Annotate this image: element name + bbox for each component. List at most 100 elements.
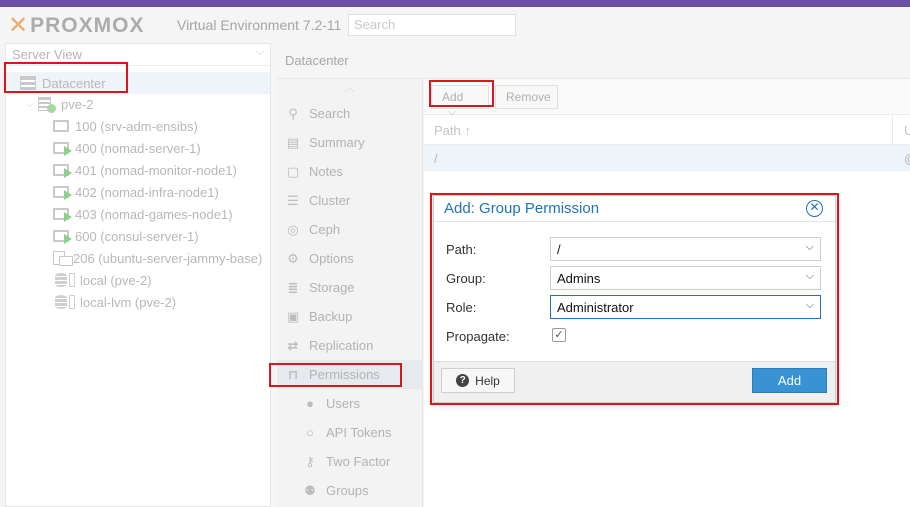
role-combobox[interactable]: Administrator ⌵ <box>550 295 821 319</box>
resource-tree-panel: Server View ⌵ Datacenter ⌵ pve-2 100 (sr… <box>5 43 271 507</box>
proxmox-logo: ✕ PROXMOX <box>8 12 144 39</box>
tree-item-vm-100[interactable]: 100 (srv-adm-ensibs) <box>6 115 270 137</box>
tree-item-storage-local[interactable]: local (pve-2) <box>6 269 270 291</box>
column-header-user[interactable]: U <box>892 115 910 145</box>
users-icon: ⚉ <box>304 482 316 498</box>
dialog-footer: ? Help Add <box>434 361 835 402</box>
user-icon: ● <box>306 396 314 411</box>
tree-item-label: 100 (srv-adm-ensibs) <box>75 118 198 134</box>
nav-item-options[interactable]: ⚙ Options <box>277 244 423 273</box>
nav-item-cluster[interactable]: ☰ Cluster <box>277 186 423 215</box>
storage-icon <box>55 273 67 287</box>
summary-icon: ▤ <box>286 134 300 150</box>
nav-label: Notes <box>309 164 343 179</box>
search-icon: ⚲ <box>288 105 298 121</box>
floppy-icon: ▣ <box>286 308 300 324</box>
nav-item-api-tokens[interactable]: ○ API Tokens <box>277 418 423 447</box>
role-value: Administrator <box>557 300 634 315</box>
vm-running-icon <box>53 186 72 200</box>
tree-item-template-206[interactable]: 206 (ubuntu-server-jammy-base) <box>6 247 270 269</box>
propagate-checkbox[interactable]: ✓ <box>552 328 566 342</box>
column-header-label: Path <box>434 123 461 138</box>
add-button[interactable]: Add <box>752 368 827 393</box>
storage-icon <box>55 295 67 309</box>
version-label: Virtual Environment 7.2-11 <box>177 17 342 33</box>
group-combobox[interactable]: Admins ⌵ <box>550 266 821 290</box>
chevron-down-icon: ⌵ <box>255 46 264 58</box>
propagate-field-row: Propagate: ✓ <box>446 324 822 348</box>
nav-label: Permissions <box>309 367 380 382</box>
nav-item-permissions[interactable]: ⊓ Permissions <box>277 360 423 389</box>
path-label: Path: <box>446 242 477 257</box>
tree-item-storage-local-lvm[interactable]: local-lvm (pve-2) <box>6 291 270 313</box>
remove-button[interactable]: Remove <box>495 85 558 109</box>
nav-item-backup[interactable]: ▣ Backup <box>277 302 423 331</box>
nav-item-users[interactable]: ● Users <box>277 389 423 418</box>
view-selector-value: Server View <box>12 47 82 62</box>
nav-item-summary[interactable]: ▤ Summary <box>277 128 423 157</box>
retweet-icon: ⇄ <box>287 337 299 353</box>
path-field-row: Path: / ⌵ <box>446 237 822 261</box>
question-icon: ? <box>456 374 470 387</box>
cluster-icon: ☰ <box>287 192 299 208</box>
group-value: Admins <box>557 271 601 286</box>
chevron-down-icon[interactable]: ⌵ <box>806 270 814 283</box>
datacenter-nav-menu: ︿ ⚲ Search ▤ Summary ▢ Notes ☰ Cluster ◎ Ceph… <box>277 79 423 507</box>
storage-device-icon <box>69 295 75 309</box>
nav-item-two-factor[interactable]: ⚷ Two Factor <box>277 447 423 476</box>
vm-stopped-icon <box>53 120 69 132</box>
tree-item-label: 402 (nomad-infra-node1) <box>75 184 219 200</box>
page-title: Datacenter <box>285 53 349 68</box>
vm-running-icon <box>53 164 72 178</box>
tree-item-node-pve-2[interactable]: ⌵ pve-2 <box>6 93 270 115</box>
nav-label: Users <box>326 396 360 411</box>
tree-item-label: 400 (nomad-server-1) <box>75 140 201 156</box>
notes-icon: ▢ <box>286 163 300 179</box>
chevron-down-icon[interactable]: ⌵ <box>806 241 814 254</box>
dialog-title: Add: Group Permission <box>444 200 600 217</box>
tree-item-vm-400[interactable]: 400 (nomad-server-1) <box>6 137 270 159</box>
nav-item-replication[interactable]: ⇄ Replication <box>277 331 423 360</box>
cell-path: / <box>434 151 438 166</box>
grid-header: Path ↑ U <box>424 115 910 145</box>
add-menu-button[interactable]: Add ⌵ <box>431 85 489 118</box>
tree-item-vm-401[interactable]: 401 (nomad-monitor-node1) <box>6 159 270 181</box>
nav-label: Summary <box>309 135 365 150</box>
tree-item-datacenter[interactable]: Datacenter <box>6 72 270 94</box>
database-icon: ≣ <box>287 279 299 295</box>
help-button[interactable]: ? Help <box>441 368 515 393</box>
nav-label: Options <box>309 251 354 266</box>
nav-item-groups[interactable]: ⚉ Groups <box>277 476 423 505</box>
tree-item-label: pve-2 <box>61 96 94 112</box>
nav-item-search[interactable]: ⚲ Search <box>277 99 423 128</box>
path-combobox[interactable]: / ⌵ <box>550 237 821 261</box>
nav-item-notes[interactable]: ▢ Notes <box>277 157 423 186</box>
column-header-path[interactable]: Path ↑ <box>434 123 471 138</box>
nav-label: Search <box>309 106 351 121</box>
sort-ascending-icon: ↑ <box>464 123 471 138</box>
key-icon: ⚷ <box>305 453 315 469</box>
vm-running-icon <box>53 230 72 244</box>
table-row[interactable]: / @ <box>424 145 910 171</box>
nav-item-storage[interactable]: ≣ Storage <box>277 273 423 302</box>
tree-item-vm-403[interactable]: 403 (nomad-games-node1) <box>6 203 270 225</box>
tree-item-label: 401 (nomad-monitor-node1) <box>75 162 237 178</box>
nav-item-ceph[interactable]: ◎ Ceph <box>277 215 423 244</box>
help-label: Help <box>475 373 500 388</box>
view-selector[interactable]: Server View ⌵ <box>6 44 270 66</box>
nav-label: Groups <box>326 483 369 498</box>
chevron-down-icon[interactable]: ⌵ <box>806 299 814 312</box>
tree-item-vm-600[interactable]: 600 (consul-server-1) <box>6 225 270 247</box>
global-search-input[interactable]: Search <box>348 14 516 36</box>
role-label: Role: <box>446 300 477 315</box>
ceph-icon: ◎ <box>287 221 299 237</box>
group-label: Group: <box>446 271 486 286</box>
nav-label: Ceph <box>309 222 341 237</box>
logo-x-icon: ✕ <box>8 12 29 39</box>
tree-item-label: 403 (nomad-games-node1) <box>75 206 233 222</box>
tree-item-vm-402[interactable]: 402 (nomad-infra-node1) <box>6 181 270 203</box>
user-outline-icon: ○ <box>306 425 314 440</box>
path-value: / <box>557 242 561 257</box>
close-icon[interactable]: ✕ <box>806 200 823 217</box>
node-online-icon <box>38 97 56 113</box>
